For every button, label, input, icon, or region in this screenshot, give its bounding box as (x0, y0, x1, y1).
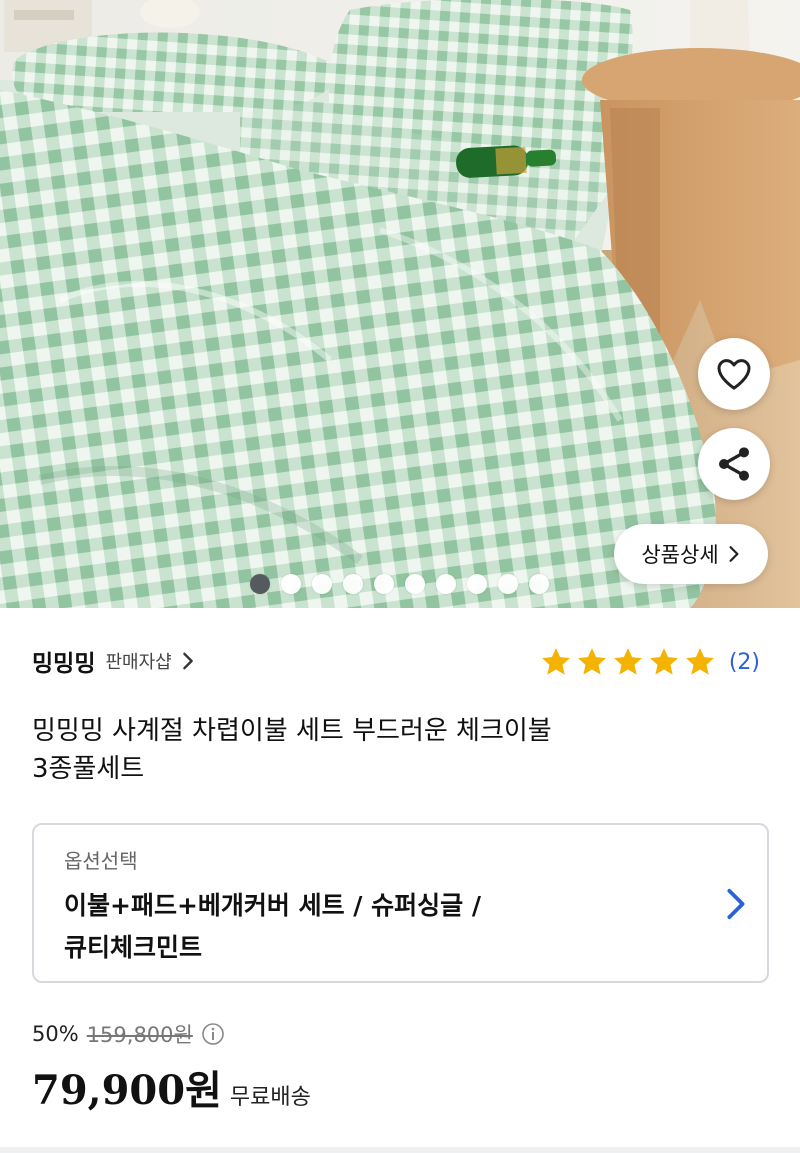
price-row: 79,900원 무료배송 (32, 1058, 311, 1118)
product-title: 밍밍밍 사계절 차렵이불 세트 부드러운 체크이불 3종풀세트 (32, 712, 732, 788)
price-meta: 50% 159,800원 (32, 1016, 225, 1052)
option-value-line: 큐티체크민트 (64, 933, 203, 962)
sale-price: 79,900원 (32, 1067, 222, 1114)
discount-rate: 50% (32, 1022, 79, 1046)
original-price: 159,800원 (86, 1023, 193, 1047)
star-icon (685, 648, 714, 675)
star-icon (577, 648, 606, 675)
star-rating (539, 645, 717, 679)
carousel-dot[interactable] (281, 574, 301, 594)
carousel-dot[interactable] (250, 574, 270, 594)
wishlist-button[interactable] (698, 338, 770, 410)
star-icon (649, 648, 678, 675)
chevron-right-icon (182, 652, 193, 670)
carousel-indicator (250, 574, 549, 594)
carousel-dot[interactable] (374, 574, 394, 594)
star-icon (613, 648, 642, 675)
product-photo (0, 0, 800, 608)
product-image-carousel[interactable]: 상품상세 (0, 0, 800, 608)
shipping-info: 무료배송 (229, 1085, 311, 1110)
carousel-dot[interactable] (405, 574, 425, 594)
product-title-line: 밍밍밍 사계절 차렵이불 세트 부드러운 체크이불 (32, 716, 552, 746)
star-icon (541, 648, 570, 675)
option-selector[interactable]: 옵션선택 이불+패드+베개커버 세트 / 슈퍼싱글 / 큐티체크민트 (32, 823, 769, 983)
chevron-right-icon (727, 888, 745, 920)
carousel-dot[interactable] (436, 574, 456, 594)
share-button[interactable] (698, 428, 770, 500)
carousel-dot[interactable] (343, 574, 363, 594)
product-detail-button[interactable]: 상품상세 (614, 524, 768, 584)
heart-icon (717, 359, 751, 390)
chevron-right-icon (729, 546, 739, 562)
seller-shop-link[interactable]: 판매자샵 (105, 648, 171, 674)
rating[interactable]: (2) (539, 644, 760, 680)
carousel-dot[interactable] (467, 574, 487, 594)
review-count[interactable]: (2) (729, 650, 760, 675)
seller-info[interactable]: 밍밍밍 판매자샵 (32, 640, 194, 682)
info-icon[interactable] (201, 1022, 225, 1046)
product-title-line: 3종풀세트 (32, 754, 145, 784)
share-icon (719, 447, 749, 481)
option-value-line: 이불+패드+베개커버 세트 / 슈퍼싱글 / (64, 891, 481, 920)
divider (0, 1147, 800, 1153)
carousel-dot[interactable] (498, 574, 518, 594)
carousel-dot[interactable] (312, 574, 332, 594)
seller-name[interactable]: 밍밍밍 (32, 644, 95, 678)
carousel-dot[interactable] (529, 574, 549, 594)
option-label: 옵션선택 (64, 849, 138, 873)
option-value: 이불+패드+베개커버 세트 / 슈퍼싱글 / 큐티체크민트 (64, 885, 664, 969)
product-detail-label: 상품상세 (641, 543, 719, 567)
